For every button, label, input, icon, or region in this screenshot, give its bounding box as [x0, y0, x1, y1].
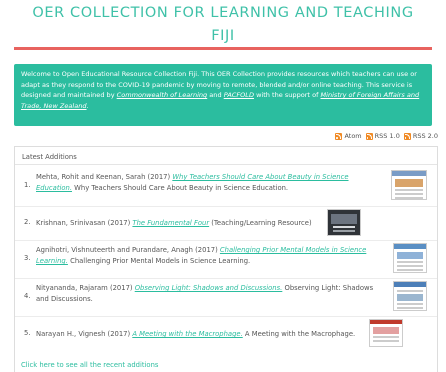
item-description: (Teaching/Learning Resource)	[209, 219, 312, 227]
rss-icon	[365, 132, 373, 140]
item-title-link[interactable]: A Meeting with the Macrophage.	[132, 330, 242, 338]
item-citation: Narayan H., Vignesh (2017) A Meeting wit…	[36, 329, 366, 340]
item-number: 4.	[24, 292, 31, 300]
site-title-line2: FIJI	[211, 28, 235, 44]
latest-additions-heading: Latest Additions	[22, 153, 77, 161]
panel-divider	[15, 164, 437, 165]
atom-feed-label: Atom	[344, 132, 362, 140]
list-item: 1. Mehta, Rohit and Keenan, Sarah (2017)…	[15, 169, 437, 205]
rss2-feed-link[interactable]: RSS 2.0	[403, 132, 438, 140]
atom-feed-link[interactable]: Atom	[335, 132, 362, 140]
link-commonwealth-of-learning[interactable]: Commonwealth of Learning	[117, 91, 208, 99]
item-description: Why Teachers Should Care About Beauty in…	[72, 184, 289, 192]
site-title: OER COLLECTION FOR LEARNING AND TEACHING…	[0, 4, 446, 46]
item-number: 3.	[24, 254, 31, 262]
item-authors: Krishnan, Srinivasan (2017)	[36, 219, 133, 227]
item-number: 1.	[24, 181, 31, 189]
item-authors: Nityananda, Rajaram (2017)	[36, 284, 135, 292]
rss2-feed-label: RSS 2.0	[412, 132, 438, 140]
item-thumbnail[interactable]	[327, 209, 361, 236]
item-authors: Agnihotri, Vishnuteerth and Purandare, A…	[36, 246, 220, 254]
item-number: 5.	[24, 329, 31, 337]
item-title-link[interactable]: The Fundamental Four	[132, 219, 209, 227]
rss1-feed-link[interactable]: RSS 1.0	[365, 132, 400, 140]
item-description: Challenging Prior Mental Models in Scien…	[67, 257, 251, 265]
item-number: 2.	[24, 218, 31, 226]
rss-icon	[335, 132, 343, 140]
welcome-text-support: with the support of	[253, 91, 321, 100]
welcome-text-and: and	[207, 91, 224, 100]
list-item: 4. Nityananda, Rajaram (2017) Observing …	[15, 279, 437, 315]
item-thumbnail[interactable]	[391, 170, 427, 200]
latest-additions-panel: Latest Additions 1. Mehta, Rohit and Kee…	[14, 146, 438, 372]
item-thumbnail[interactable]	[393, 243, 427, 273]
welcome-text-end: .	[86, 101, 89, 110]
see-all-recent-link[interactable]: Click here to see all the recent additio…	[21, 361, 158, 369]
item-description: A Meeting with the Macrophage.	[242, 330, 356, 338]
item-citation: Agnihotri, Vishnuteerth and Purandare, A…	[36, 245, 386, 267]
item-authors: Mehta, Rohit and Keenan, Sarah (2017)	[36, 173, 173, 181]
rss1-feed-label: RSS 1.0	[374, 132, 400, 140]
link-pacfold[interactable]: PACFOLD	[224, 91, 254, 99]
item-title-link[interactable]: Observing Light: Shadows and Discussions…	[135, 284, 283, 292]
list-item: 5. Narayan H., Vignesh (2017) A Meeting …	[15, 317, 437, 351]
item-citation: Krishnan, Srinivasan (2017) The Fundamen…	[36, 218, 316, 229]
site-title-line1: OER COLLECTION FOR LEARNING AND TEACHING	[32, 5, 414, 21]
item-thumbnail[interactable]	[393, 281, 427, 311]
item-authors: Narayan H., Vignesh (2017)	[36, 330, 133, 338]
title-divider	[14, 47, 432, 50]
rss-icon	[403, 132, 411, 140]
item-citation: Mehta, Rohit and Keenan, Sarah (2017) Wh…	[36, 172, 376, 194]
item-citation: Nityananda, Rajaram (2017) Observing Lig…	[36, 283, 386, 305]
list-item: 2. Krishnan, Srinivasan (2017) The Funda…	[15, 207, 437, 239]
list-item: 3. Agnihotri, Vishnuteerth and Purandare…	[15, 241, 437, 277]
welcome-banner: Welcome to Open Educational Resource Col…	[14, 64, 432, 126]
feed-links: Atom RSS 1.0 RSS 2.0	[335, 131, 438, 141]
item-thumbnail[interactable]	[369, 319, 403, 347]
